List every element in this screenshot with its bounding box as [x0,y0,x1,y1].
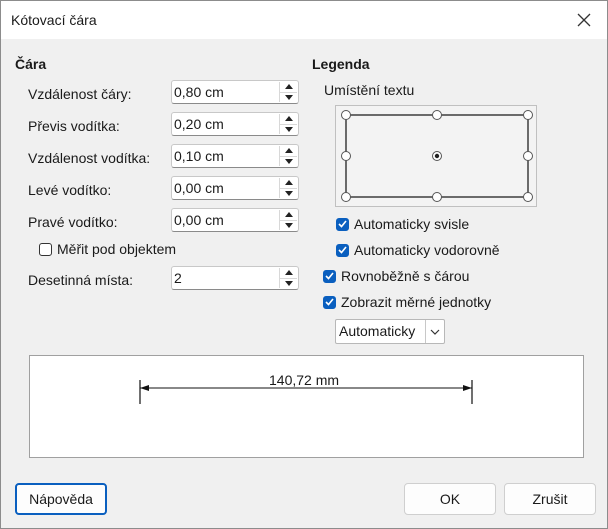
right-guide-increment[interactable] [280,210,297,220]
parallel-label: Rovnoběžně s čárou [341,268,470,284]
arrow-down-icon [284,222,293,228]
left-guide-value: 0,00 cm [174,180,224,196]
decimals-label: Desetinná místa: [28,272,134,288]
guide-distance-increment[interactable] [280,146,297,156]
left-guide-increment[interactable] [280,178,297,188]
decimals-decrement[interactable] [280,277,297,289]
measurement-text: 140,72 mm [269,372,340,388]
line-distance-increment[interactable] [280,82,297,92]
arrow-up-icon [284,116,293,122]
left-guide-label: Levé vodítko: [28,182,112,198]
auto-horizontal-label: Automaticky vodorovně [354,242,500,258]
dimension-preview: 140,72 mm [29,355,584,458]
check-icon [325,298,334,306]
guide-distance-value: 0,10 cm [174,148,224,164]
decimals-increment[interactable] [280,268,297,278]
arrow-up-icon [284,270,293,276]
auto-vertical-label: Automaticky svisle [354,216,470,232]
arrow-down-icon [284,190,293,196]
cancel-button[interactable]: Zrušit [504,483,596,515]
measure-below-label: Měřit pod objektem [57,241,177,257]
guide-overhang-spinner[interactable]: 0,20 cm [171,112,299,136]
arrow-up-icon [284,84,293,90]
arrow-down-icon [284,280,293,286]
decimals-value: 2 [174,270,182,286]
show-units-box[interactable] [323,295,336,309]
arrow-up-icon [284,212,293,218]
measure-below-checkbox[interactable]: Měřit pod objektem [39,241,176,257]
dialog-title: Kótovací čára [11,12,97,28]
right-guide-decrement[interactable] [280,219,297,231]
check-icon [338,246,347,254]
ok-button[interactable]: OK [404,483,496,515]
line-distance-decrement[interactable] [280,91,297,103]
guide-overhang-value: 0,20 cm [174,116,224,132]
measure-below-box[interactable] [39,242,52,256]
arrow-down-icon [284,94,293,100]
legend-section-title: Legenda [312,56,370,72]
check-icon [338,220,347,228]
parallel-checkbox[interactable]: Rovnoběžně s čárou [323,268,469,284]
decimals-spinner[interactable]: 2 [171,266,299,290]
left-guide-decrement[interactable] [280,187,297,199]
text-position-label: Umístění textu [324,82,415,98]
auto-vertical-checkbox[interactable]: Automaticky svisle [336,216,469,232]
guide-overhang-increment[interactable] [280,114,297,124]
parallel-box[interactable] [323,269,336,283]
arrow-down-icon [284,158,293,164]
help-button[interactable]: Nápověda [15,483,107,515]
line-section-title: Čára [15,56,47,72]
close-icon [577,13,591,27]
title-bar: Kótovací čára [1,1,607,39]
guide-distance-label: Vzdálenost vodítka: [28,150,151,166]
right-guide-value: 0,00 cm [174,212,224,228]
auto-horizontal-box[interactable] [336,243,349,257]
arrow-up-icon [284,180,293,186]
right-guide-spinner[interactable]: 0,00 cm [171,208,299,232]
units-select-toggle[interactable] [425,320,444,343]
position-grid [341,110,533,202]
units-select-value: Automaticky [339,323,416,339]
text-position-selector[interactable] [335,105,537,207]
show-units-label: Zobrazit měrné jednotky [341,294,492,310]
guide-distance-spinner[interactable]: 0,10 cm [171,144,299,168]
auto-vertical-box[interactable] [336,217,349,231]
guide-distance-decrement[interactable] [280,155,297,167]
check-icon [325,272,334,280]
right-guide-label: Pravé vodítko: [28,214,118,230]
line-distance-value: 0,80 cm [174,84,224,100]
close-button[interactable] [561,1,607,39]
units-select[interactable]: Automaticky [335,319,445,344]
auto-horizontal-checkbox[interactable]: Automaticky vodorovně [336,242,500,258]
dimension-line-dialog: Kótovací čára Čára Vzdálenost čáry: 0,80… [0,0,608,529]
guide-overhang-label: Převis vodítka: [28,118,120,134]
left-guide-spinner[interactable]: 0,00 cm [171,176,299,200]
chevron-down-icon [430,329,440,335]
line-distance-label: Vzdálenost čáry: [28,86,132,102]
line-distance-spinner[interactable]: 0,80 cm [171,80,299,104]
guide-overhang-decrement[interactable] [280,123,297,135]
arrow-down-icon [284,126,293,132]
arrow-up-icon [284,148,293,154]
show-units-checkbox[interactable]: Zobrazit měrné jednotky [323,294,491,310]
